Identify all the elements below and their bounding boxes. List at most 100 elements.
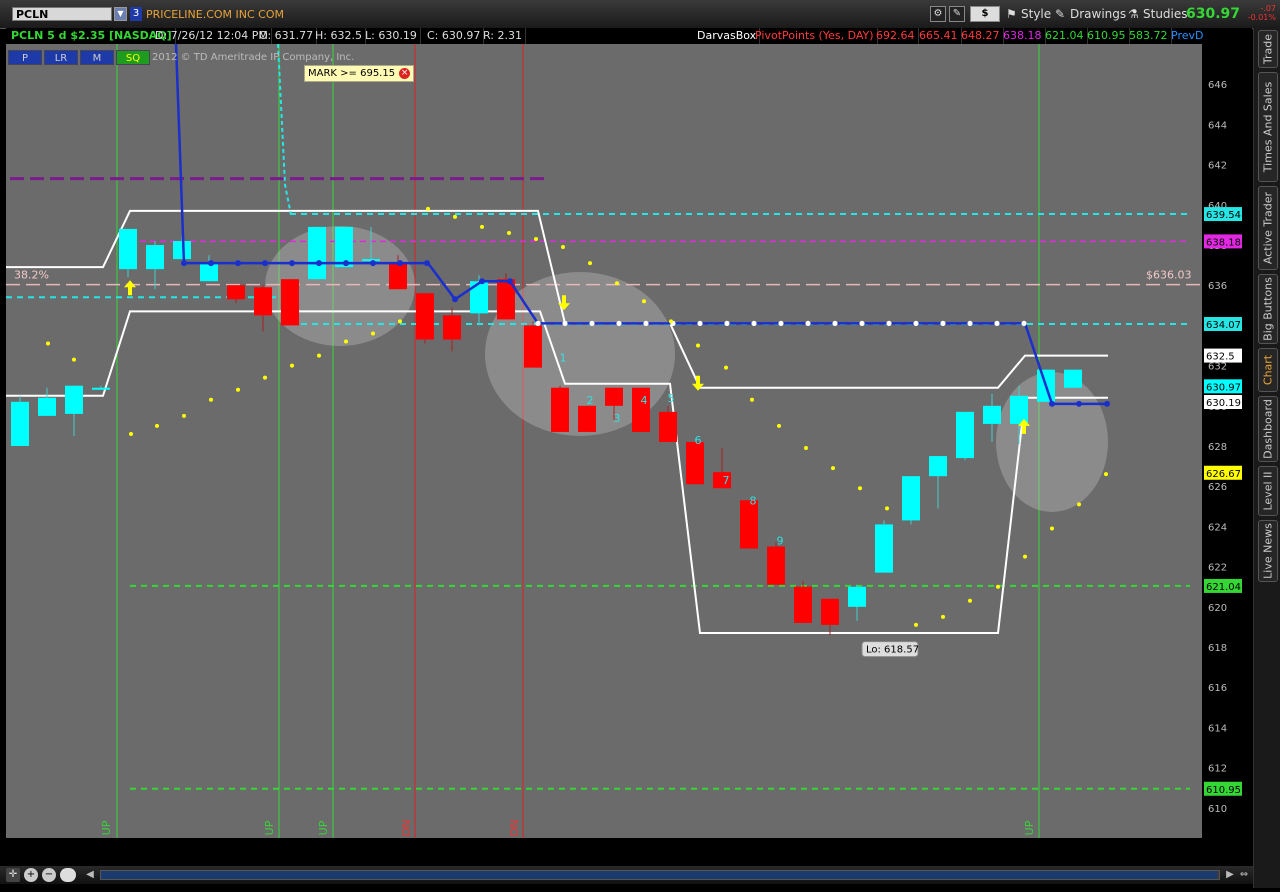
candle-body	[65, 385, 83, 414]
price-alert-label: MARK >= 695.15	[308, 68, 396, 79]
symbol-input[interactable]: PCLN	[12, 7, 112, 21]
trend-dot	[452, 296, 458, 303]
candle-body	[200, 263, 218, 282]
style-icon[interactable]: ⚑	[1006, 7, 1017, 21]
tab-trade[interactable]: Trade	[1258, 30, 1278, 68]
y-tick-label: 624	[1208, 522, 1227, 533]
psar-dot	[941, 614, 945, 619]
dollar-button[interactable]: $	[970, 6, 1000, 22]
style-menu[interactable]: Style	[1021, 7, 1051, 21]
tab-level-ii[interactable]: Level II	[1258, 466, 1278, 516]
psar-dot	[534, 236, 538, 241]
psar-dot	[914, 622, 918, 627]
flask-icon[interactable]: ⚗	[1128, 7, 1139, 21]
horizontal-scrollbar[interactable]	[100, 870, 1220, 880]
zoom-in-icon[interactable]: +	[24, 868, 38, 882]
zoom-out-icon[interactable]: −	[42, 868, 56, 882]
fib-price-label: $636.03	[1146, 269, 1192, 282]
y-tick-label: 642	[1208, 161, 1227, 172]
count-label: 2	[587, 394, 594, 407]
studies-menu[interactable]: Studies	[1143, 7, 1188, 21]
candle-body	[227, 285, 245, 300]
candle-body	[551, 387, 569, 432]
count-label: 6	[695, 434, 702, 447]
price-tag-label: 610.95	[1206, 785, 1241, 796]
scrollbar-thumb[interactable]	[101, 871, 1217, 879]
drawings-menu[interactable]: Drawings	[1070, 7, 1126, 21]
tab-chart[interactable]: Chart	[1258, 348, 1278, 392]
tab-live-news-label: Live News	[1261, 523, 1275, 579]
y-tick-label: 632	[1208, 362, 1227, 373]
chart-settings-icon[interactable]: ⚙	[930, 6, 946, 22]
psar-dot	[46, 341, 50, 346]
candle-body	[578, 405, 596, 432]
white-dot	[643, 320, 649, 327]
price-tag-label: 630.97	[1206, 382, 1241, 393]
y-tick-label: 622	[1208, 563, 1227, 574]
trend-dot	[235, 260, 241, 267]
scroll-left-icon[interactable]: ◀	[84, 868, 96, 882]
candle-body	[119, 228, 137, 270]
candle-body	[686, 442, 704, 485]
candle-body	[38, 397, 56, 416]
candle-body	[848, 586, 866, 607]
candle-body	[389, 263, 407, 290]
psar-dot	[804, 446, 808, 451]
white-dot	[778, 320, 784, 327]
sq-button[interactable]: SQ	[116, 50, 150, 65]
wrench-icon[interactable]: ✎	[949, 6, 965, 22]
psar-dot	[480, 224, 484, 229]
signal-label: DN	[508, 820, 521, 837]
zoom-fit-icon[interactable]	[60, 868, 76, 882]
tab-live-news[interactable]: Live News	[1258, 520, 1278, 582]
psar-dot	[453, 214, 457, 219]
white-dot	[535, 320, 541, 327]
symbol-dropdown-button[interactable]: ▼	[114, 7, 127, 21]
price-axis-labels: 6106126146166186206226246266286306326346…	[1204, 80, 1242, 815]
candle-body	[956, 411, 974, 459]
trend-dot	[208, 260, 214, 267]
right-sidebar: Trade Times And Sales Active Trader Big …	[1253, 28, 1280, 888]
count-label: 5	[668, 392, 675, 405]
count-label: 9	[777, 534, 784, 547]
count-label: 7	[723, 474, 730, 487]
count-label: 1	[560, 352, 567, 365]
white-dot	[886, 320, 892, 327]
white-dot	[1021, 320, 1027, 327]
trend-dot	[262, 260, 268, 267]
company-name: PRICELINE.COM INC COM	[146, 8, 285, 21]
psar-dot	[885, 506, 889, 511]
expand-icon[interactable]: ⇔	[1238, 868, 1250, 882]
tab-times-and-sales[interactable]: Times And Sales	[1258, 72, 1278, 182]
psar-dot	[858, 486, 862, 491]
candle-body	[173, 240, 191, 260]
link-number[interactable]: 3	[130, 7, 142, 21]
trend-dot	[479, 278, 485, 285]
price-chart[interactable]: 1 2 3 4 5 6 7 8 9 UP UP UP DN DN UP 38.2% $636.03 Lo: 618…	[0, 28, 1204, 840]
candle-body	[254, 287, 272, 316]
tab-dashboard[interactable]: Dashboard	[1258, 396, 1278, 462]
signal-label: UP	[317, 820, 330, 835]
p-button[interactable]: P	[8, 50, 42, 65]
psar-dot	[290, 363, 294, 368]
psar-dot	[317, 353, 321, 358]
psar-dot	[968, 598, 972, 603]
crosshair-icon[interactable]: ✛	[6, 868, 20, 882]
price-change: -.07 -0.01%	[1240, 4, 1276, 22]
m-button[interactable]: M	[80, 50, 114, 65]
candle-body	[983, 405, 1001, 424]
close-alert-icon[interactable]: ×	[399, 68, 411, 79]
candle-body	[605, 387, 623, 406]
tab-active-trader[interactable]: Active Trader	[1258, 186, 1278, 270]
psar-dot	[507, 230, 511, 235]
lr-button[interactable]: LR	[44, 50, 78, 65]
psar-dot	[996, 584, 1000, 589]
price-alert[interactable]: MARK >= 695.15 ×	[304, 65, 415, 82]
scroll-right-icon[interactable]: ▶	[1224, 868, 1236, 882]
tab-big-buttons[interactable]: Big Buttons	[1258, 274, 1278, 344]
pencil-icon[interactable]: ✎	[1055, 7, 1065, 21]
y-tick-label: 616	[1208, 683, 1227, 694]
psar-dot	[777, 423, 781, 428]
white-dot	[832, 320, 838, 327]
candle-body	[416, 293, 434, 340]
